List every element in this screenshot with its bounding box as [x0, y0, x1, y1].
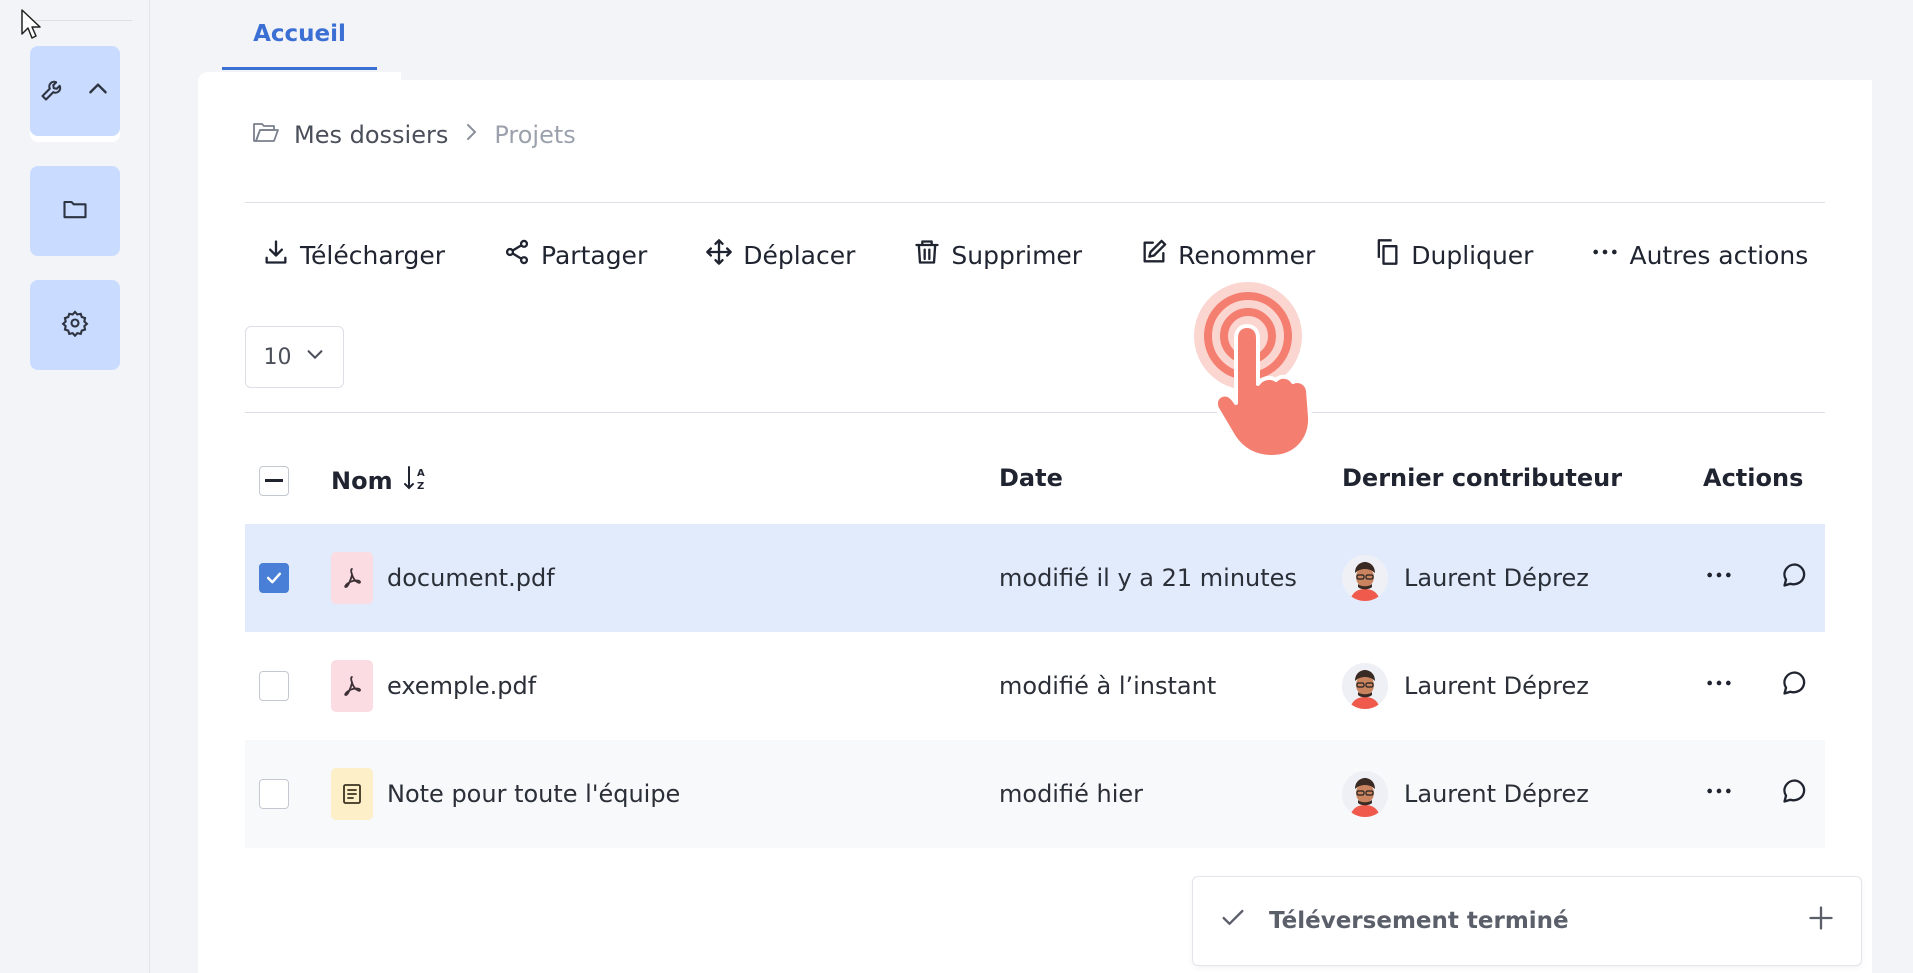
comment-icon[interactable] — [1781, 777, 1809, 811]
contributor-name: Laurent Déprez — [1404, 564, 1589, 592]
row-checkbox[interactable] — [259, 779, 289, 809]
column-name-label: Nom — [331, 467, 393, 495]
share-button[interactable]: Partager — [503, 238, 705, 272]
column-date-label: Date — [999, 464, 1063, 492]
row-more-icon[interactable] — [1705, 777, 1733, 811]
duplicate-button[interactable]: Dupliquer — [1373, 238, 1591, 272]
rename-button[interactable]: Renommer — [1140, 238, 1373, 272]
sidebar-tools-button[interactable] — [30, 46, 120, 136]
edit-icon — [1140, 238, 1168, 272]
top-strip — [401, 0, 1872, 80]
download-button[interactable]: Télécharger — [262, 238, 503, 272]
copy-icon — [1373, 238, 1401, 272]
divider — [245, 412, 1825, 413]
more-actions-button[interactable]: Autres actions — [1591, 238, 1808, 272]
chevron-right-icon — [462, 121, 480, 149]
breadcrumb-current: Projets — [494, 121, 576, 149]
column-contributor-label: Dernier contributeur — [1342, 464, 1623, 492]
table-header: Nom AZ Date Dernier contributeur Actions — [245, 450, 1825, 510]
tab-accueil[interactable]: Accueil — [222, 0, 377, 70]
pointer-hand-icon — [1192, 280, 1332, 474]
move-label: Déplacer — [743, 240, 856, 270]
sidebar — [0, 0, 150, 973]
table-row[interactable]: document.pdf modifié il y a 21 minutes L… — [245, 524, 1825, 632]
chevron-down-icon — [304, 343, 326, 371]
move-icon — [705, 238, 733, 272]
avatar — [1342, 771, 1388, 817]
download-icon — [262, 238, 290, 272]
wrench-icon — [39, 75, 67, 107]
column-actions: Actions — [1703, 464, 1803, 492]
duplicate-label: Dupliquer — [1411, 240, 1534, 270]
more-horizontal-icon — [1591, 238, 1619, 272]
file-name[interactable]: Note pour toute l'équipe — [387, 780, 680, 808]
rename-label: Renommer — [1178, 240, 1316, 270]
breadcrumb-root[interactable]: Mes dossiers — [294, 121, 448, 149]
row-checkbox[interactable] — [259, 563, 289, 593]
check-icon — [1219, 904, 1247, 938]
contributor-name: Laurent Déprez — [1404, 672, 1589, 700]
select-all-checkbox[interactable] — [259, 466, 289, 496]
sidebar-settings-button[interactable] — [30, 280, 120, 370]
avatar — [1342, 555, 1388, 601]
folder-icon — [61, 195, 89, 227]
row-checkbox[interactable] — [259, 671, 289, 701]
divider — [245, 202, 1825, 203]
contributor-name: Laurent Déprez — [1404, 780, 1589, 808]
toast-message: Téléversement terminé — [1269, 908, 1569, 934]
chevron-up-icon — [85, 76, 111, 106]
pdf-icon — [331, 660, 373, 712]
sidebar-folder-button[interactable] — [30, 166, 120, 256]
file-date: modifié il y a 21 minutes — [999, 564, 1297, 592]
svg-text:A: A — [417, 468, 425, 479]
column-actions-label: Actions — [1703, 464, 1804, 492]
folder-open-icon — [252, 120, 280, 150]
column-date[interactable]: Date — [999, 464, 1063, 492]
share-label: Partager — [541, 240, 648, 270]
file-date: modifié à l’instant — [999, 672, 1217, 700]
sort-az-icon: AZ — [403, 464, 429, 498]
table-row[interactable]: exemple.pdf modifié à l’instant Laurent … — [245, 632, 1825, 740]
page-size-select[interactable]: 10 — [245, 326, 344, 388]
row-more-icon[interactable] — [1705, 561, 1733, 595]
upload-toast: Téléversement terminé — [1192, 876, 1862, 966]
comment-icon[interactable] — [1781, 669, 1809, 703]
share-icon — [503, 238, 531, 272]
file-name[interactable]: exemple.pdf — [387, 672, 536, 700]
file-name[interactable]: document.pdf — [387, 564, 555, 592]
breadcrumb: Mes dossiers Projets — [252, 120, 576, 150]
row-more-icon[interactable] — [1705, 669, 1733, 703]
delete-label: Supprimer — [951, 240, 1083, 270]
move-button[interactable]: Déplacer — [705, 238, 913, 272]
file-date: modifié hier — [999, 780, 1143, 808]
avatar — [1342, 663, 1388, 709]
column-name[interactable]: Nom AZ — [331, 464, 429, 498]
delete-button[interactable]: Supprimer — [913, 238, 1140, 272]
comment-icon[interactable] — [1781, 561, 1809, 595]
column-contributor[interactable]: Dernier contributeur — [1342, 464, 1622, 492]
page-size-value: 10 — [263, 344, 292, 370]
action-toolbar: Télécharger Partager Déplacer Supprimer … — [262, 238, 1808, 272]
gear-icon — [61, 309, 89, 341]
table-row[interactable]: Note pour toute l'équipe modifié hier La… — [245, 740, 1825, 848]
more-actions-label: Autres actions — [1629, 240, 1809, 270]
mouse-cursor-icon — [20, 8, 42, 44]
svg-text:Z: Z — [417, 481, 424, 492]
download-label: Télécharger — [300, 240, 446, 270]
pdf-icon — [331, 552, 373, 604]
trash-icon — [913, 238, 941, 272]
note-icon — [331, 768, 373, 820]
plus-icon[interactable] — [1807, 904, 1835, 938]
